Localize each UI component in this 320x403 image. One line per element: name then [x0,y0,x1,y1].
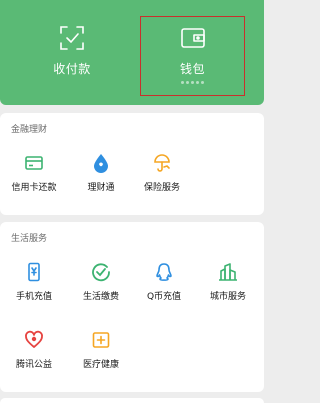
water-drop-icon [94,154,108,173]
finance-section-title: 金融理财 [11,125,48,135]
insurance-button[interactable]: 保险服务 [132,153,192,199]
wallet-icon [180,28,205,48]
next-section-edge [0,398,264,403]
qcoin-topup-label: Q币充值 [146,292,182,302]
page-dots [141,81,244,84]
wallet-label: 钱包 [179,62,205,76]
licaitong-button[interactable]: 理财通 [71,153,131,199]
heart-icon [25,330,43,348]
phone-topup-button[interactable]: 手机充值 [4,262,64,308]
insurance-label: 保险服务 [143,183,180,193]
finance-section: 金融理财 信用卡还款 理财通 保险服务 [0,113,264,215]
umbrella-hand-icon [154,154,170,172]
tencent-charity-label: 腾讯公益 [15,360,52,370]
qq-penguin-icon [156,263,172,281]
phone-yen-icon [28,262,40,282]
utility-payment-label: 生活缴费 [82,292,119,302]
check-circle-icon [92,263,110,282]
credit-card-icon [25,156,43,170]
medical-plus-icon [92,332,110,348]
qr-scan-check-icon [60,26,84,50]
medical-health-button[interactable]: 医疗健康 [71,330,131,376]
city-services-label: 城市服务 [209,292,246,302]
phone-topup-label: 手机充值 [15,292,52,302]
wallet-header: 收付款 钱包 [0,0,264,105]
wallet-button[interactable]: 钱包 [140,16,245,96]
pay-receive-label: 收付款 [53,62,91,76]
qcoin-topup-button[interactable]: Q币充值 [134,262,194,308]
city-services-button[interactable]: 城市服务 [198,262,258,308]
credit-card-repay-label: 信用卡还款 [11,183,57,193]
credit-card-repay-button[interactable]: 信用卡还款 [4,153,64,199]
life-section-title: 生活服务 [11,234,48,244]
pay-receive-button[interactable]: 收付款 [20,17,124,95]
medical-health-label: 医疗健康 [82,360,119,370]
tencent-charity-button[interactable]: 腾讯公益 [4,330,64,376]
life-services-section: 生活服务 手机充值 生活缴费 Q币充值 城市服务 腾讯公益 医疗健康 [0,222,264,392]
wallet-page: 收付款 钱包 金融理财 信用卡还款 理财通 保险服务 生活服务 手机充值 生活缴… [0,0,264,403]
utility-payment-button[interactable]: 生活缴费 [71,262,131,308]
licaitong-label: 理财通 [87,183,115,193]
city-buildings-icon [219,263,237,281]
